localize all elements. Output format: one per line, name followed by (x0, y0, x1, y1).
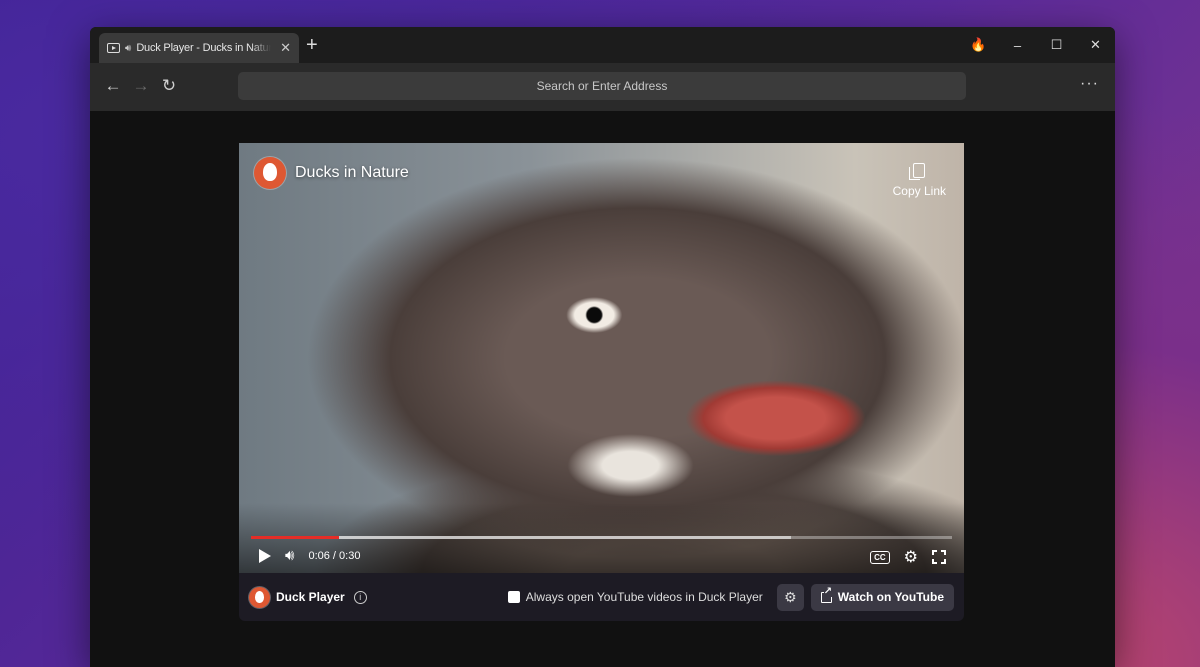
fullscreen-icon[interactable] (932, 550, 946, 564)
copy-link-label: Copy Link (892, 184, 946, 198)
page-content: Ducks in Nature Copy Link 🔊︎ 0:06 / 0:30… (90, 111, 1115, 667)
address-bar[interactable]: Search or Enter Address (238, 72, 966, 100)
tab-duck-player[interactable]: 🔊︎ Duck Player - Ducks in Nature ✕ (99, 33, 299, 63)
duck-player-settings-button[interactable]: ⚙ (776, 583, 804, 611)
speaker-icon[interactable]: 🔊︎ (125, 43, 131, 54)
time-display: 0:06 / 0:30 (308, 549, 361, 562)
minimize-button[interactable]: – (998, 38, 1037, 53)
watch-on-youtube-button[interactable]: Watch on YouTube (810, 583, 954, 611)
progress-bar[interactable] (251, 536, 952, 539)
close-window-button[interactable]: ✕ (1076, 37, 1115, 53)
always-open-checkbox[interactable] (507, 591, 520, 603)
reload-button[interactable]: ↻ (160, 76, 178, 96)
always-open-option[interactable]: Always open YouTube videos in Duck Playe… (507, 590, 763, 604)
video-header: Ducks in Nature (254, 157, 409, 189)
back-button[interactable]: ← (104, 76, 122, 96)
duck-player-brand: Duck Player i (249, 586, 367, 608)
played-bar (251, 536, 339, 539)
browser-window: 🔊︎ Duck Player - Ducks in Nature ✕ + 🔥 –… (90, 27, 1115, 667)
maximize-button[interactable]: ☐ (1037, 37, 1076, 53)
watch-on-youtube-label: Watch on YouTube (837, 590, 944, 604)
new-tab-button[interactable]: + (306, 35, 318, 55)
settings-gear-icon[interactable]: ⚙ (904, 547, 918, 567)
menu-button[interactable]: ··· (1080, 75, 1099, 93)
copy-link-button[interactable]: Copy Link (893, 163, 946, 198)
controls-right: CC ⚙ (870, 547, 946, 567)
tab-title: Duck Player - Ducks in Nature (136, 42, 272, 54)
external-link-icon (820, 586, 833, 603)
duckduckgo-logo-icon (254, 157, 286, 189)
play-icon (107, 43, 120, 53)
video-player[interactable]: Ducks in Nature Copy Link 🔊︎ 0:06 / 0:30… (239, 143, 964, 573)
play-button[interactable] (259, 548, 271, 563)
duck-player-label: Duck Player (276, 590, 345, 604)
fire-icon[interactable]: 🔥 (959, 37, 998, 53)
video-title: Ducks in Nature (295, 164, 409, 181)
navigation-buttons: ← → ↻ (104, 76, 178, 96)
captions-button[interactable]: CC (870, 550, 890, 564)
always-open-label: Always open YouTube videos in Duck Playe… (525, 590, 763, 604)
title-bar: 🔊︎ Duck Player - Ducks in Nature ✕ + 🔥 –… (90, 27, 1115, 63)
toolbar: ← → ↻ Search or Enter Address ··· (90, 63, 1115, 111)
volume-icon[interactable]: 🔊︎ (285, 547, 294, 564)
close-tab-icon[interactable]: ✕ (280, 40, 291, 56)
info-icon[interactable]: i (353, 590, 367, 604)
window-controls: 🔥 – ☐ ✕ (959, 27, 1115, 63)
duck-player-bar: Duck Player i Always open YouTube videos… (239, 573, 964, 621)
forward-button[interactable]: → (132, 76, 150, 96)
controls-left: 🔊︎ 0:06 / 0:30 (259, 547, 360, 564)
copy-icon (909, 163, 926, 180)
duckduckgo-logo-icon (249, 586, 270, 608)
